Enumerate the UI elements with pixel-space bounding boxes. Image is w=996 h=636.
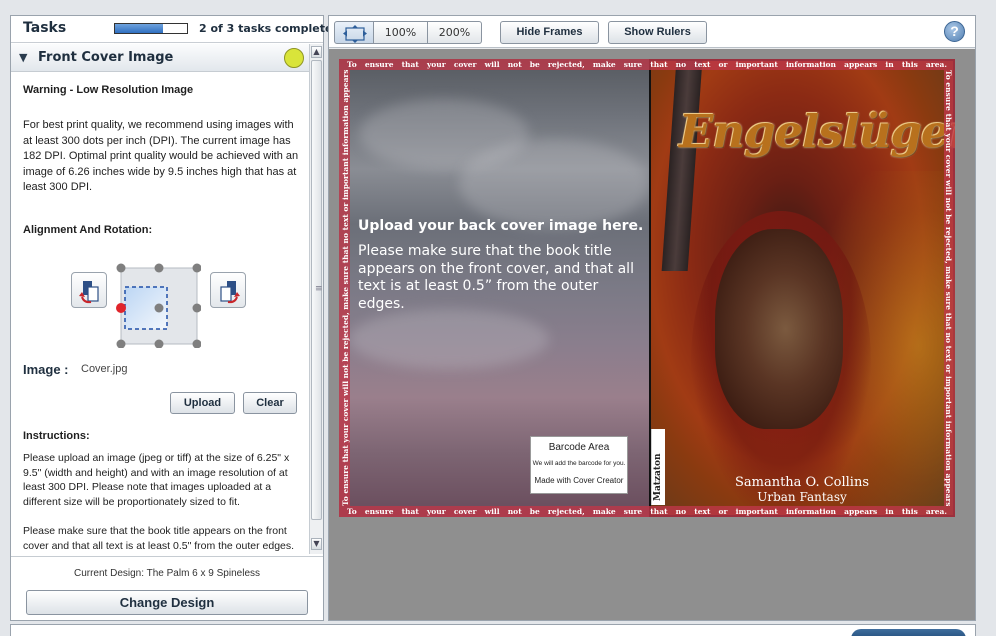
image-filename: Cover.jpg	[81, 363, 128, 375]
tree-trunk-shape	[661, 61, 703, 271]
status-indicator-icon	[284, 48, 304, 68]
instructions-title: Instructions:	[23, 430, 90, 442]
help-icon[interactable]: ?	[944, 21, 965, 42]
continue-button[interactable]	[851, 629, 966, 636]
rotate-right-button[interactable]	[210, 272, 246, 308]
fit-to-window-icon	[343, 25, 367, 43]
front-cover-title: Engelslügen	[679, 105, 955, 158]
zoom-200-button[interactable]: 200%	[428, 21, 482, 44]
rotate-left-icon	[79, 281, 99, 304]
tasks-header: Tasks 2 of 3 tasks completed	[11, 16, 340, 43]
fit-to-window-button[interactable]	[334, 21, 374, 44]
bottom-bar	[10, 624, 976, 636]
change-design-button[interactable]: Change Design	[26, 590, 308, 615]
scroll-up-arrow-icon[interactable]: ▲	[311, 46, 322, 58]
safe-zone-left: To ensure that your cover will not be re…	[339, 70, 350, 506]
back-cover-title: Upload your back cover image here.	[358, 218, 644, 234]
alignment-title: Alignment And Rotation:	[23, 224, 153, 236]
alignment-widget[interactable]	[115, 262, 202, 349]
panel-scrollbar[interactable]: ▲ ≡ ▼	[309, 44, 323, 554]
front-cover-author: Samantha O. Collins	[734, 475, 870, 490]
back-cover-text: Please make sure that the book title app…	[358, 243, 634, 312]
front-cover-image[interactable]: Engelslügen Samantha O. Collins Urban Fa…	[649, 59, 955, 517]
design-footer: Current Design: The Palm 6 x 9 Spineless…	[11, 556, 323, 620]
cloud-shape	[459, 139, 649, 229]
preview-toolbar: 100% 200% Hide Frames Show Rulers ?	[329, 16, 975, 48]
back-cover-area[interactable]: Upload your back cover image here. Pleas…	[339, 59, 649, 517]
zoom-100-button[interactable]: 100%	[374, 21, 428, 44]
tasks-progress-fill	[115, 24, 163, 33]
tasks-progress-bar	[114, 23, 188, 34]
task-details: Warning - Low Resolution Image For best …	[11, 72, 309, 554]
safe-zone-right-text: To ensure that your cover will not be re…	[944, 70, 953, 506]
instructions-paragraph: Please make sure that the book title app…	[23, 525, 295, 552]
spine-area: Matzaton	[651, 429, 665, 505]
barcode-note: We will add the barcode for you.	[532, 460, 626, 467]
warning-title: Warning - Low Resolution Image	[23, 84, 194, 96]
instructions-paragraph: Please upload an image (jpeg or tiff) at…	[23, 452, 290, 508]
image-label: Image :	[23, 362, 69, 377]
tasks-title: Tasks	[23, 20, 67, 36]
barcode-area: Barcode Area We will add the barcode for…	[530, 436, 628, 494]
section-title: Front Cover Image	[38, 50, 174, 65]
cover-preview[interactable]: Upload your back cover image here. Pleas…	[339, 59, 955, 517]
safe-zone-bottom: To ensure that your cover will not be re…	[339, 506, 955, 517]
tasks-panel: Tasks 2 of 3 tasks completed ▼ Front Cov…	[10, 15, 340, 621]
collapse-arrow-icon[interactable]: ▼	[19, 51, 27, 64]
scroll-down-arrow-icon[interactable]: ▼	[311, 538, 322, 550]
barcode-made-with: Made with Cover Creator	[534, 476, 624, 485]
grip-icon: ≡	[315, 284, 323, 294]
upload-button[interactable]: Upload	[170, 392, 235, 414]
spine-text: Matzaton	[653, 453, 663, 501]
rotate-right-icon	[220, 281, 240, 304]
rotate-left-button[interactable]	[71, 272, 107, 308]
current-design-label: Current Design: The Palm 6 x 9 Spineless	[73, 568, 260, 579]
barcode-title: Barcode Area	[548, 442, 610, 453]
preview-area: 100% 200% Hide Frames Show Rulers ? Uplo…	[328, 15, 976, 621]
safe-zone-right: To ensure that your cover will not be re…	[944, 70, 955, 506]
safe-zone-top: To ensure that your cover will not be re…	[339, 59, 955, 70]
warning-text: For best print quality, we recommend usi…	[23, 119, 299, 194]
safe-zone-left-text: To ensure that your cover will not be re…	[341, 70, 350, 506]
clear-button[interactable]: Clear	[243, 392, 297, 414]
hide-frames-button[interactable]: Hide Frames	[500, 21, 599, 44]
tasks-count-label: 2 of 3 tasks completed	[199, 22, 341, 35]
face-shape	[715, 229, 843, 429]
section-header-front-cover[interactable]: ▼ Front Cover Image	[11, 44, 309, 72]
cloud-shape	[349, 309, 549, 369]
design-canvas: Upload your back cover image here. Pleas…	[329, 49, 975, 620]
scrollbar-thumb[interactable]: ≡	[311, 60, 323, 520]
show-rulers-button[interactable]: Show Rulers	[608, 21, 707, 44]
alignment-grid-icon	[116, 263, 202, 349]
front-cover-subtitle: Urban Fantasy	[757, 490, 847, 504]
